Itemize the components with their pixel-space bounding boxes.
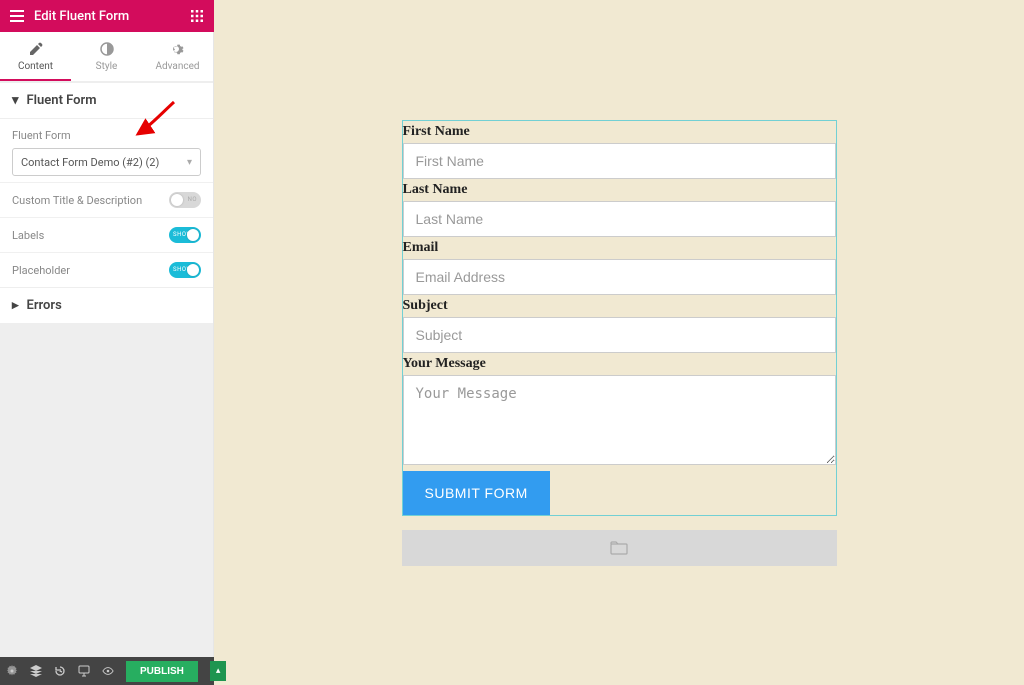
panel-spacer [0, 324, 213, 657]
editor-header: Edit Fluent Form [0, 0, 214, 32]
publish-button-label: PUBLISH [140, 666, 184, 677]
label-subject: Subject [403, 295, 836, 317]
gear-icon [6, 665, 18, 677]
toggle-knob [171, 194, 183, 206]
label-email: Email [403, 237, 836, 259]
apps-button[interactable] [180, 0, 214, 32]
tab-advanced[interactable]: Advanced [142, 32, 213, 81]
tab-style-label: Style [96, 61, 118, 72]
toggle-placeholder[interactable]: SHOW [169, 262, 201, 278]
layers-icon [30, 665, 42, 677]
row-labels-label: Labels [12, 229, 44, 242]
controls-group: Fluent Form Contact Form Demo (#2) (2) ▾ [0, 119, 213, 182]
footer-preview-button[interactable] [102, 665, 114, 677]
form-select[interactable]: Contact Form Demo (#2) (2) ▾ [12, 148, 201, 176]
section-fluent-form-title: Fluent Form [27, 93, 97, 108]
label-message: Your Message [403, 353, 836, 375]
contrast-icon [99, 41, 115, 57]
monitor-icon [78, 665, 90, 677]
row-labels: Labels SHOW [0, 217, 213, 252]
submit-button[interactable]: SUBMIT FORM [403, 471, 550, 515]
footer-history-button[interactable] [54, 665, 66, 677]
toggle-knob [187, 264, 199, 276]
tab-advanced-label: Advanced [155, 61, 199, 72]
chevron-down-icon: ▾ [187, 157, 192, 168]
input-email[interactable] [403, 259, 836, 295]
hamburger-icon [10, 10, 24, 22]
caret-down-icon: ▾ [12, 93, 19, 108]
row-custom-title-desc: Custom Title & Description NO [0, 182, 213, 217]
gear-icon [170, 41, 186, 57]
tab-style[interactable]: Style [71, 32, 142, 81]
pencil-icon [28, 41, 44, 57]
input-first-name[interactable] [403, 143, 836, 179]
toggle-custom-title[interactable]: NO [169, 192, 201, 208]
apps-grid-icon [191, 10, 203, 22]
row-custom-title-label: Custom Title & Description [12, 194, 142, 207]
fluent-form-widget[interactable]: First Name Last Name Email Subject Your … [402, 120, 837, 516]
footer-responsive-button[interactable] [78, 665, 90, 677]
section-errors-title: Errors [27, 298, 62, 313]
panel-tabs: Content Style Advanced [0, 32, 213, 82]
folder-icon [610, 541, 628, 555]
section-errors[interactable]: ▸ Errors [0, 287, 213, 324]
publish-options-button[interactable]: ▴ [210, 661, 227, 681]
editor-panel: Content Style Advanced ▾ Fluent Form Flu… [0, 32, 214, 657]
input-subject[interactable] [403, 317, 836, 353]
tab-content-label: Content [18, 61, 53, 72]
input-message[interactable] [403, 375, 836, 465]
toggle-labels[interactable]: SHOW [169, 227, 201, 243]
footer-navigator-button[interactable] [30, 665, 42, 677]
form-select-label: Fluent Form [12, 129, 201, 142]
history-icon [54, 665, 66, 677]
toggle-knob [187, 229, 199, 241]
row-placeholder-label: Placeholder [12, 264, 70, 277]
footer-settings-button[interactable] [6, 665, 18, 677]
tab-content[interactable]: Content [0, 32, 71, 81]
label-first-name: First Name [403, 121, 836, 143]
footer-right-bg [214, 657, 1024, 685]
section-fluent-form[interactable]: ▾ Fluent Form [0, 82, 213, 119]
toggle-custom-title-state: NO [188, 196, 197, 203]
input-last-name[interactable] [403, 201, 836, 237]
label-last-name: Last Name [403, 179, 836, 201]
widget-wrap: First Name Last Name Email Subject Your … [402, 120, 837, 566]
editor-footer: PUBLISH ▴ [0, 657, 214, 685]
publish-button[interactable]: PUBLISH [126, 661, 198, 682]
editor-canvas: First Name Last Name Email Subject Your … [214, 0, 1024, 657]
form-select-value: Contact Form Demo (#2) (2) [21, 156, 159, 169]
editor-title: Edit Fluent Form [34, 9, 180, 24]
menu-button[interactable] [0, 0, 34, 32]
caret-right-icon: ▸ [12, 298, 19, 313]
add-section-placeholder[interactable] [402, 530, 837, 566]
row-placeholder: Placeholder SHOW [0, 252, 213, 287]
eye-icon [102, 666, 114, 676]
